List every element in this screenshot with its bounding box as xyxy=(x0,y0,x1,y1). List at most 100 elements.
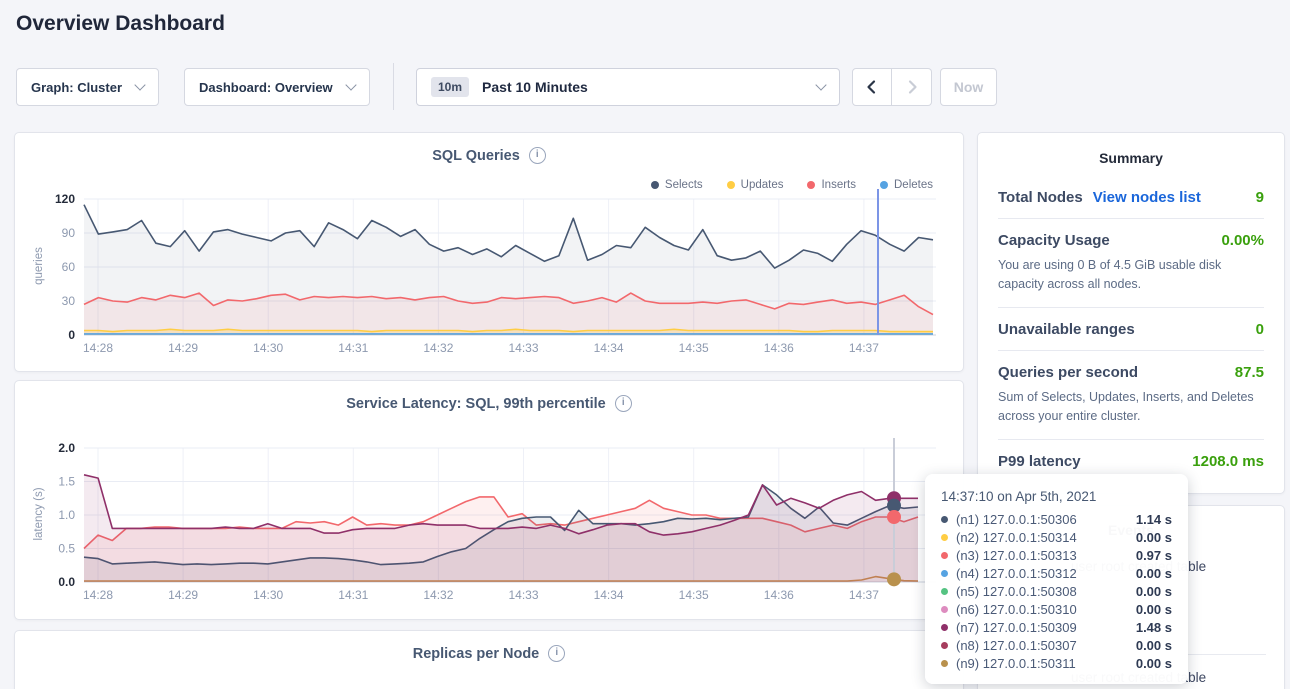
node-color-dot xyxy=(941,588,948,595)
tooltip-node-row: (n3) 127.0.0.1:50313 0.97 s xyxy=(941,546,1172,564)
service-latency-chart[interactable]: 14:2814:2914:3014:3114:3214:3314:3414:35… xyxy=(15,381,963,619)
y-tick-label: 60 xyxy=(62,260,76,274)
tooltip-node-row: (n6) 127.0.0.1:503100.00 s xyxy=(941,600,1172,618)
summary-row-header: Capacity Usage 0.00% xyxy=(998,232,1264,249)
node-latency-value: 0.00 s xyxy=(1136,602,1172,617)
dashboard-dropdown[interactable]: Dashboard: Overview xyxy=(184,68,370,106)
summary-value: 9 xyxy=(1256,189,1264,206)
summary-label: Unavailable ranges xyxy=(998,321,1135,338)
x-tick-label: 14:36 xyxy=(764,588,794,602)
summary-row-header: Total Nodes View nodes list 9 xyxy=(998,189,1264,206)
info-icon[interactable]: i xyxy=(548,645,565,662)
node-latency-value: 0.00 s xyxy=(1136,566,1172,581)
chevron-down-icon xyxy=(815,79,826,90)
y-tick-label: 0 xyxy=(68,328,75,342)
node-color-dot xyxy=(941,642,948,649)
now-button[interactable]: Now xyxy=(940,68,997,106)
summary-row-header: Unavailable ranges 0 xyxy=(998,321,1264,338)
summary-row-header: P99 latency 1208.0 ms xyxy=(998,453,1264,470)
y-tick-label: 90 xyxy=(62,226,76,240)
node-latency-value: 0.00 s xyxy=(1136,656,1172,671)
node-color-dot xyxy=(941,606,948,613)
chart-title: Replicas per Node xyxy=(413,646,540,662)
node-color-dot xyxy=(941,552,948,559)
x-tick-label: 14:31 xyxy=(338,588,368,602)
x-tick-label: 14:34 xyxy=(594,341,624,355)
summary-value: 1208.0 ms xyxy=(1192,453,1264,470)
node-latency-value: 1.14 s xyxy=(1136,512,1172,527)
y-tick-label: 2.0 xyxy=(58,441,75,455)
node-address: (n3) 127.0.0.1:50313 xyxy=(956,548,1077,563)
time-range-selector[interactable]: 10m Past 10 Minutes xyxy=(416,68,840,106)
summary-row-header: Queries per second 87.5 xyxy=(998,364,1264,381)
chevron-down-icon xyxy=(134,79,145,90)
summary-title: Summary xyxy=(978,133,1284,176)
x-tick-label: 14:30 xyxy=(253,341,283,355)
node-address: (n8) 127.0.0.1:50307 xyxy=(956,638,1077,653)
y-tick-label: 1.0 xyxy=(58,508,75,522)
x-tick-label: 14:35 xyxy=(679,341,709,355)
graph-dropdown-label: Graph: Cluster xyxy=(31,80,122,95)
summary-label: Queries per second xyxy=(998,364,1138,381)
x-tick-label: 14:37 xyxy=(849,588,879,602)
summary-value: 0.00% xyxy=(1221,232,1264,249)
summary-panel: Summary Total Nodes View nodes list 9 Capac… xyxy=(977,132,1285,494)
y-tick-label: 0.0 xyxy=(58,575,75,589)
node-latency-value: 0.97 s xyxy=(1136,548,1172,563)
sql-queries-card: SQL Queries i SelectsUpdatesInsertsDelet… xyxy=(14,132,964,372)
chevron-right-icon xyxy=(904,79,920,95)
tooltip-node-row: (n2) 127.0.0.1:503140.00 s xyxy=(941,528,1172,546)
summary-label: P99 latency xyxy=(998,453,1081,470)
time-range-badge: 10m xyxy=(431,77,469,97)
node-address: (n7) 127.0.0.1:50309 xyxy=(956,620,1077,635)
x-tick-label: 14:29 xyxy=(168,341,198,355)
summary-value: 87.5 xyxy=(1235,364,1264,381)
sql-queries-chart[interactable]: 14:2814:2914:3014:3114:3214:3314:3414:35… xyxy=(15,133,963,371)
node-address: (n5) 127.0.0.1:50308 xyxy=(956,584,1077,599)
summary-row: Queries per second 87.5 Sum of Selects, Up… xyxy=(998,350,1264,439)
summary-label: Total Nodes xyxy=(998,189,1083,206)
x-tick-label: 14:30 xyxy=(253,588,283,602)
tooltip-node-row: (n7) 127.0.0.1:503091.48 s xyxy=(941,618,1172,636)
view-nodes-list-link[interactable]: View nodes list xyxy=(1093,189,1201,206)
chevron-left-icon xyxy=(864,79,880,95)
node-color-dot xyxy=(941,534,948,541)
x-tick-label: 14:34 xyxy=(594,588,624,602)
x-tick-label: 14:37 xyxy=(849,341,879,355)
node-latency-value: 0.00 s xyxy=(1136,638,1172,653)
y-tick-label: 0.5 xyxy=(58,542,75,556)
y-tick-label: 120 xyxy=(55,192,75,206)
tooltip-node-row: (n1) 127.0.0.1:50306 1.14 s xyxy=(941,510,1172,528)
tooltip-node-row: (n8) 127.0.0.1:50307 0.00 s xyxy=(941,636,1172,654)
tooltip-timestamp: 14:37:10 on Apr 5th, 2021 xyxy=(941,489,1172,504)
time-next-button[interactable] xyxy=(892,68,932,106)
node-color-dot xyxy=(941,660,948,667)
graph-dropdown[interactable]: Graph: Cluster xyxy=(16,68,159,106)
overview-dashboard-page: Overview Dashboard Graph: Cluster Dashbo… xyxy=(0,0,1290,689)
time-prev-button[interactable] xyxy=(852,68,892,106)
controls-divider xyxy=(393,63,394,110)
node-address: (n2) 127.0.0.1:50314 xyxy=(956,530,1077,545)
node-color-dot xyxy=(941,624,948,631)
summary-label: Capacity Usage xyxy=(998,232,1110,249)
summary-value: 0 xyxy=(1256,321,1264,338)
x-tick-label: 14:28 xyxy=(83,588,113,602)
y-tick-label: 1.5 xyxy=(58,475,75,489)
tooltip-node-row: (n5) 127.0.0.1:50308 0.00 s xyxy=(941,582,1172,600)
summary-row: Unavailable ranges 0 xyxy=(998,307,1264,350)
summary-row: Capacity Usage0.00%You are using 0 B of … xyxy=(998,218,1264,307)
replicas-per-node-card: Replicas per Node i xyxy=(14,630,964,689)
time-range-label: Past 10 Minutes xyxy=(482,79,588,95)
x-tick-label: 14:32 xyxy=(423,341,453,355)
hover-point-dot xyxy=(887,572,901,586)
service-latency-card: Service Latency: SQL, 99th percentile i … xyxy=(14,380,964,620)
node-address: (n1) 127.0.0.1:50306 xyxy=(956,512,1077,527)
node-latency-value: 0.00 s xyxy=(1136,584,1172,599)
chart-hover-tooltip: 14:37:10 on Apr 5th, 2021 (n1) 127.0.0.1… xyxy=(925,474,1188,684)
node-color-dot xyxy=(941,516,948,523)
summary-description: Sum of Selects, Updates, Inserts, and De… xyxy=(998,388,1264,427)
page-title: Overview Dashboard xyxy=(16,12,225,36)
chart-title-row: Replicas per Node i xyxy=(15,645,963,662)
y-tick-label: 30 xyxy=(62,294,76,308)
dashboard-dropdown-label: Dashboard: Overview xyxy=(199,80,333,95)
